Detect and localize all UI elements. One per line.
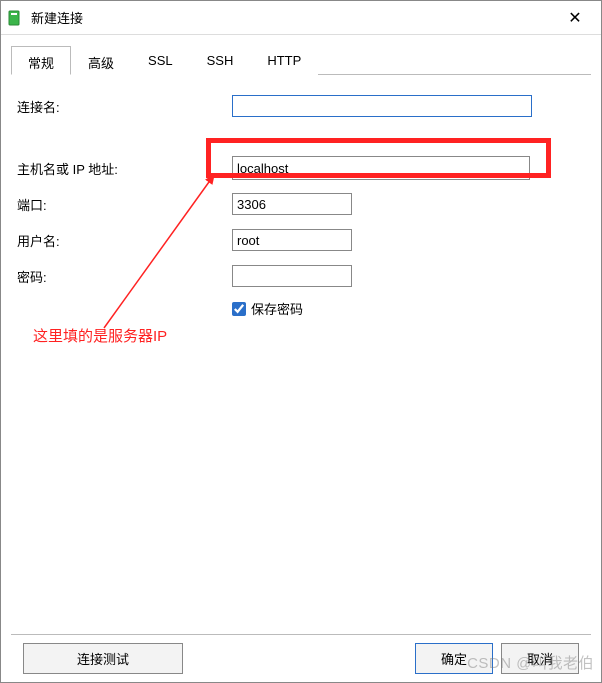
label-conn-name: 连接名: xyxy=(17,97,232,116)
save-password-checkbox[interactable] xyxy=(232,302,246,316)
form: 连接名: 主机名或 IP 地址: 端口: 用户名: xyxy=(11,75,591,634)
ok-button[interactable]: 确定 xyxy=(415,643,493,674)
client-area: 常规 高级 SSL SSH HTTP 连接名: 主机名或 IP 地址: 端 xyxy=(1,35,601,682)
app-icon xyxy=(7,10,23,26)
tab-general[interactable]: 常规 xyxy=(11,46,71,75)
footer: 连接测试 确定 取消 xyxy=(11,634,591,682)
label-user: 用户名: xyxy=(17,231,232,250)
close-icon[interactable]: ✕ xyxy=(555,1,595,34)
tab-ssh[interactable]: SSH xyxy=(190,46,251,75)
tab-ssl[interactable]: SSL xyxy=(131,46,190,75)
tab-advanced[interactable]: 高级 xyxy=(71,46,131,75)
password-input[interactable] xyxy=(232,265,352,287)
label-host: 主机名或 IP 地址: xyxy=(17,159,232,178)
annotation-text: 这里填的是服务器IP xyxy=(33,325,167,346)
tab-http[interactable]: HTTP xyxy=(250,46,318,75)
dialog-window: 新建连接 ✕ 常规 高级 SSL SSH HTTP 连接名: 主机名或 IP 地… xyxy=(0,0,602,683)
cancel-button[interactable]: 取消 xyxy=(501,643,579,674)
conn-name-input[interactable] xyxy=(232,95,532,117)
test-connection-button[interactable]: 连接测试 xyxy=(23,643,183,674)
user-input[interactable] xyxy=(232,229,352,251)
host-input[interactable] xyxy=(232,156,530,180)
tabs: 常规 高级 SSL SSH HTTP xyxy=(11,45,591,75)
port-input[interactable] xyxy=(232,193,352,215)
titlebar: 新建连接 ✕ xyxy=(1,1,601,35)
save-password-label[interactable]: 保存密码 xyxy=(251,299,303,318)
window-title: 新建连接 xyxy=(31,8,555,27)
label-password: 密码: xyxy=(17,267,232,286)
label-port: 端口: xyxy=(17,195,232,214)
